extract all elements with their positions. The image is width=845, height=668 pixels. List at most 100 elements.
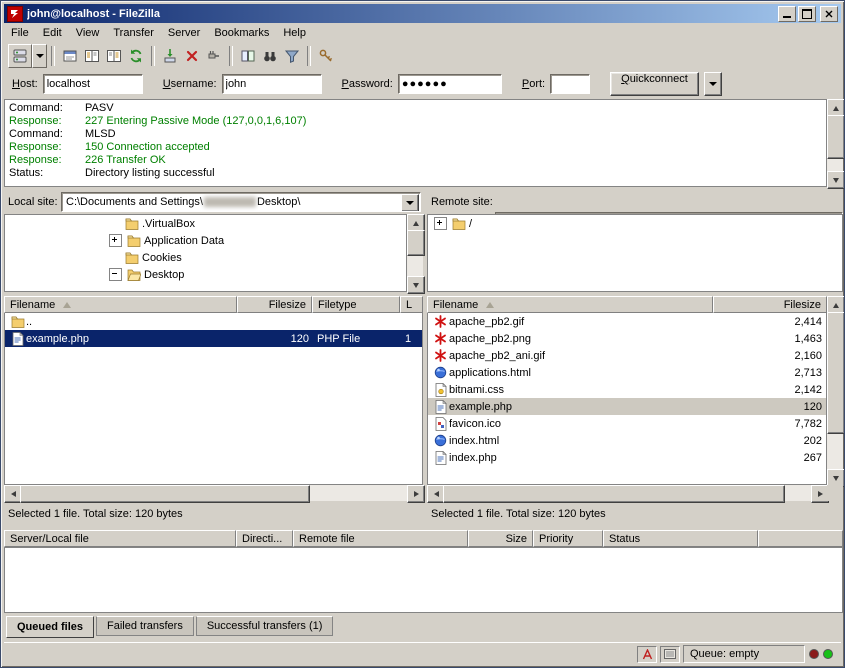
maximize-button[interactable] [798,6,816,22]
queue-list[interactable] [4,547,843,613]
scroll-down-button[interactable] [827,171,845,189]
log-scrollbar[interactable] [827,99,843,187]
local-selection-status: Selected 1 file. Total size: 120 bytes [8,506,183,522]
column-filesize[interactable]: Filesize [237,296,312,313]
column-server-local-file[interactable]: Server/Local file [4,530,236,547]
tab-failed-transfers[interactable]: Failed transfers [96,616,194,636]
scrollbar-thumb[interactable] [20,485,310,503]
file-row[interactable]: bitnami.css 2,142 [428,381,826,398]
scrollbar-thumb[interactable] [407,230,425,256]
column-direction[interactable]: Directi... [236,530,293,547]
file-row[interactable]: index.html 202 [428,432,826,449]
column-filetype[interactable]: Filetype [312,296,400,313]
window-title: john@localhost - FileZilla [27,8,776,20]
tree-item-cookies[interactable]: Cookies [5,249,406,266]
tree-item-application-data[interactable]: Application Data [5,232,406,249]
file-row-selected[interactable]: example.php 120 PHP File 1 [5,330,422,347]
log-line: Response:226 Transfer OK [5,154,826,167]
folder-icon [123,251,140,264]
html-file-icon [432,434,449,447]
file-row[interactable]: applications.html 2,713 [428,364,826,381]
file-row[interactable]: favicon.ico 7,782 [428,415,826,432]
menu-file[interactable]: File [4,25,36,41]
scroll-down-button[interactable] [407,276,425,294]
file-row-parent[interactable]: .. [5,313,422,330]
log-line: Command:MLSD [5,128,826,141]
tab-queued-files[interactable]: Queued files [6,616,94,638]
site-manager-dropdown[interactable] [32,44,47,68]
find-files-button[interactable] [259,45,281,67]
scrollbar-thumb[interactable] [827,312,845,434]
tree-item-virtualbox[interactable]: .VirtualBox [5,215,406,232]
arrow-up-icon [413,221,419,226]
file-row[interactable]: apache_pb2.gif 2,414 [428,313,826,330]
collapse-icon[interactable] [109,268,122,281]
tab-successful-transfers[interactable]: Successful transfers (1) [196,616,334,636]
title-bar[interactable]: john@localhost - FileZilla [4,4,841,23]
tree-item-desktop[interactable]: Desktop [5,266,406,283]
file-row[interactable]: apache_pb2.png 1,463 [428,330,826,347]
scrollbar-thumb[interactable] [443,485,785,503]
remote-directory-tree: / [427,214,843,292]
quickconnect-button[interactable]: Quickconnect [610,72,699,96]
disconnect-button[interactable] [203,45,225,67]
username-label: Username: [163,78,217,90]
toggle-message-log-button[interactable] [59,45,81,67]
filter-button[interactable] [281,45,303,67]
keypad-icon [664,649,676,659]
local-tree-scrollbar[interactable] [407,214,423,292]
menu-view[interactable]: View [69,25,107,41]
file-row-selected[interactable]: example.php 120 [428,398,826,415]
menu-edit[interactable]: Edit [36,25,69,41]
expand-icon[interactable] [109,234,122,247]
combo-dropdown-button[interactable] [401,194,419,212]
column-filename[interactable]: Filename [4,296,237,313]
toolbar-separator [51,46,55,66]
column-filename[interactable]: Filename [427,296,713,313]
file-row[interactable]: index.php 267 [428,449,826,466]
synchronized-browsing-button[interactable] [315,45,337,67]
host-input[interactable] [43,74,143,94]
toggle-remote-tree-button[interactable] [103,45,125,67]
menu-help[interactable]: Help [276,25,313,41]
column-filesize[interactable]: Filesize [713,296,827,313]
column-size[interactable]: Size [468,530,533,547]
quickconnect-dropdown[interactable] [704,72,722,96]
column-remote-file[interactable]: Remote file [293,530,468,547]
refresh-button[interactable] [125,45,147,67]
menu-server[interactable]: Server [161,25,207,41]
toggle-local-tree-button[interactable] [81,45,103,67]
menu-bookmarks[interactable]: Bookmarks [207,25,276,41]
remote-selection-status: Selected 1 file. Total size: 120 bytes [431,506,606,522]
local-list-hscrollbar[interactable] [4,485,423,501]
expand-icon[interactable] [434,217,447,230]
port-input[interactable] [550,74,590,94]
menu-transfer[interactable]: Transfer [106,25,161,41]
maximize-icon [802,9,812,19]
receive-indicator [809,649,819,659]
process-queue-button[interactable] [159,45,181,67]
host-label: Host: [12,78,38,90]
column-lastmodified[interactable]: L [400,296,423,313]
arrow-left-icon [434,491,439,497]
remote-list-hscrollbar[interactable] [427,485,827,501]
site-manager-button[interactable] [8,44,32,68]
minimize-button[interactable] [778,6,796,22]
column-priority[interactable]: Priority [533,530,603,547]
cancel-button[interactable] [181,45,203,67]
close-button[interactable] [820,6,838,22]
scroll-right-button[interactable] [407,485,425,503]
username-input[interactable] [222,74,322,94]
folder-icon [123,217,140,230]
local-site-combo[interactable]: C:\Documents and Settings\Desktop\ [61,192,421,212]
file-row[interactable]: apache_pb2_ani.gif 2,160 [428,347,826,364]
tree-item-root[interactable]: / [428,215,842,232]
filezilla-window: john@localhost - FileZilla File Edit Vie… [0,0,845,668]
remote-list-vscrollbar[interactable] [827,296,843,485]
php-file-icon [9,332,26,346]
column-status[interactable]: Status [603,530,758,547]
directory-comparison-button[interactable] [237,45,259,67]
password-input[interactable] [398,74,502,94]
sort-ascending-icon [486,302,494,308]
scrollbar-thumb[interactable] [827,115,845,159]
